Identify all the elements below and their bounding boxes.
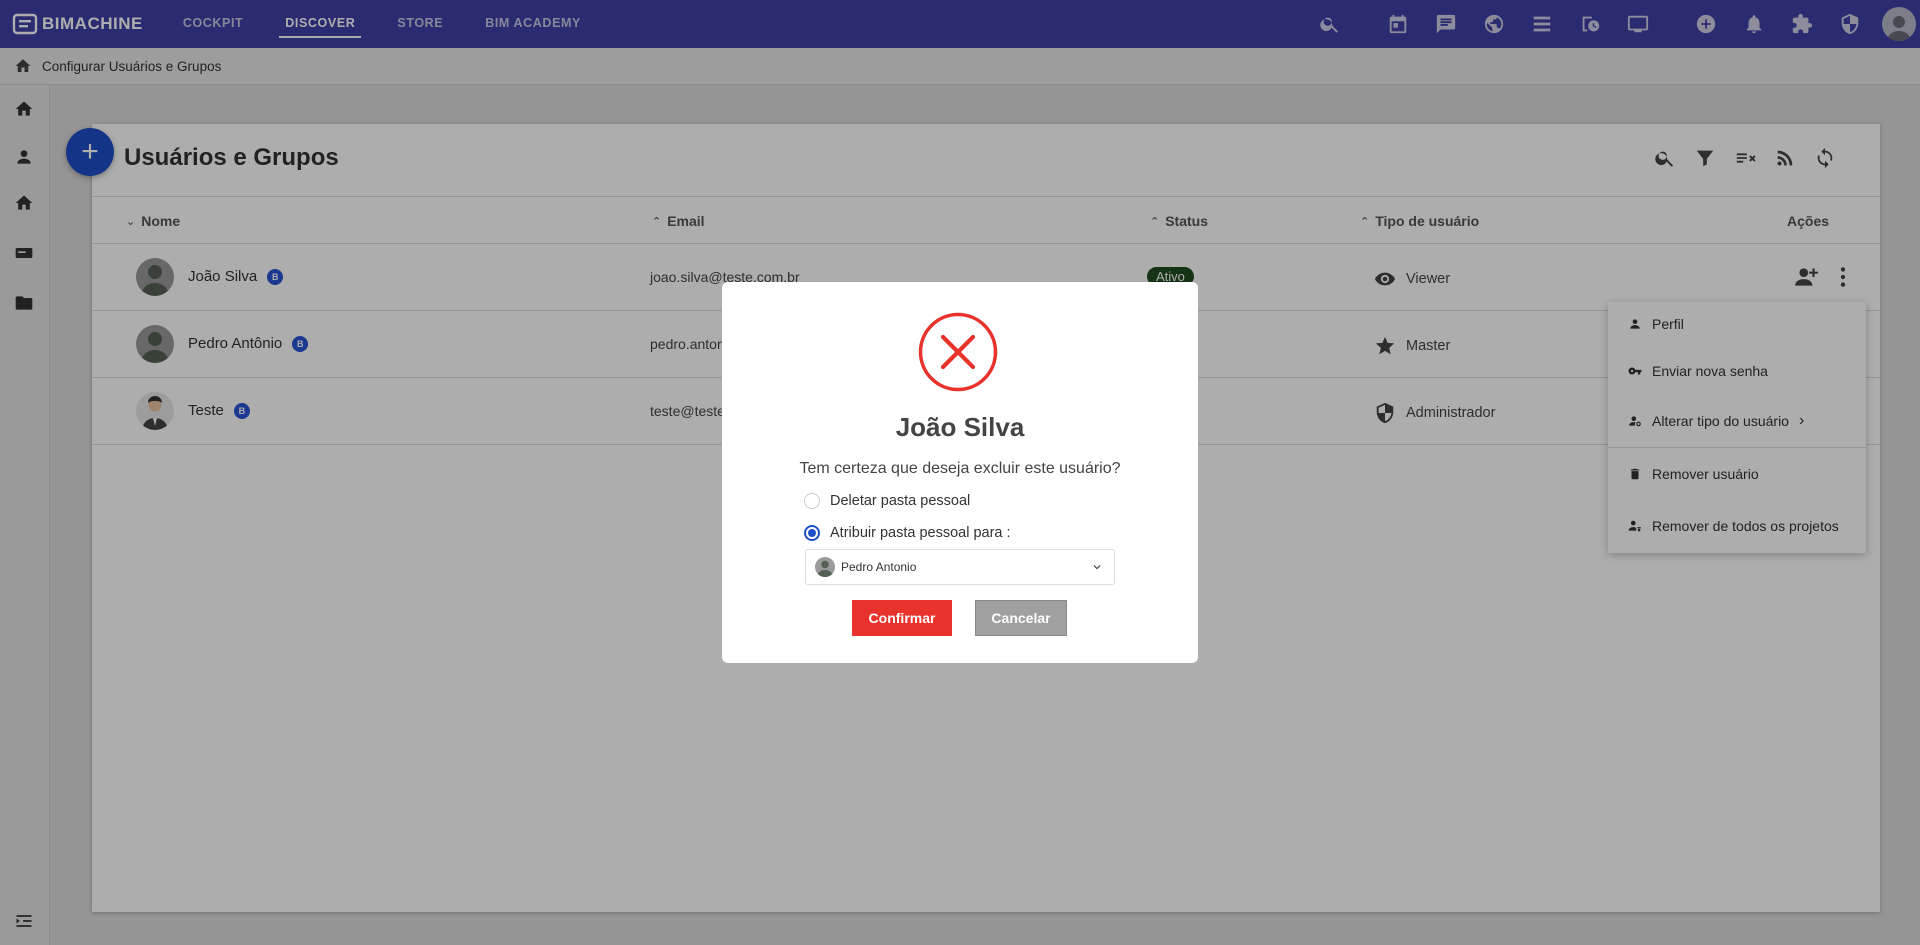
selected-user: Pedro Antonio: [841, 560, 917, 574]
error-x-icon: [918, 312, 998, 392]
confirm-button[interactable]: Confirmar: [852, 600, 952, 636]
delete-user-dialog: João Silva Tem certeza que deseja exclui…: [722, 282, 1198, 663]
radio-circle[interactable]: [804, 493, 820, 509]
radio-assign-folder[interactable]: Atribuir pasta pessoal para :: [804, 525, 1011, 541]
chevron-down-icon: [1093, 565, 1101, 570]
assign-user-select[interactable]: Pedro Antonio: [805, 549, 1115, 585]
radio-delete-folder[interactable]: Deletar pasta pessoal: [804, 493, 970, 509]
dialog-user-name: João Silva: [895, 412, 1025, 442]
avatar: [815, 557, 835, 577]
cancel-button[interactable]: Cancelar: [975, 600, 1067, 636]
radio-circle-selected[interactable]: [804, 525, 820, 541]
dialog-question: Tem certeza que deseja excluir este usuá…: [799, 460, 1121, 477]
